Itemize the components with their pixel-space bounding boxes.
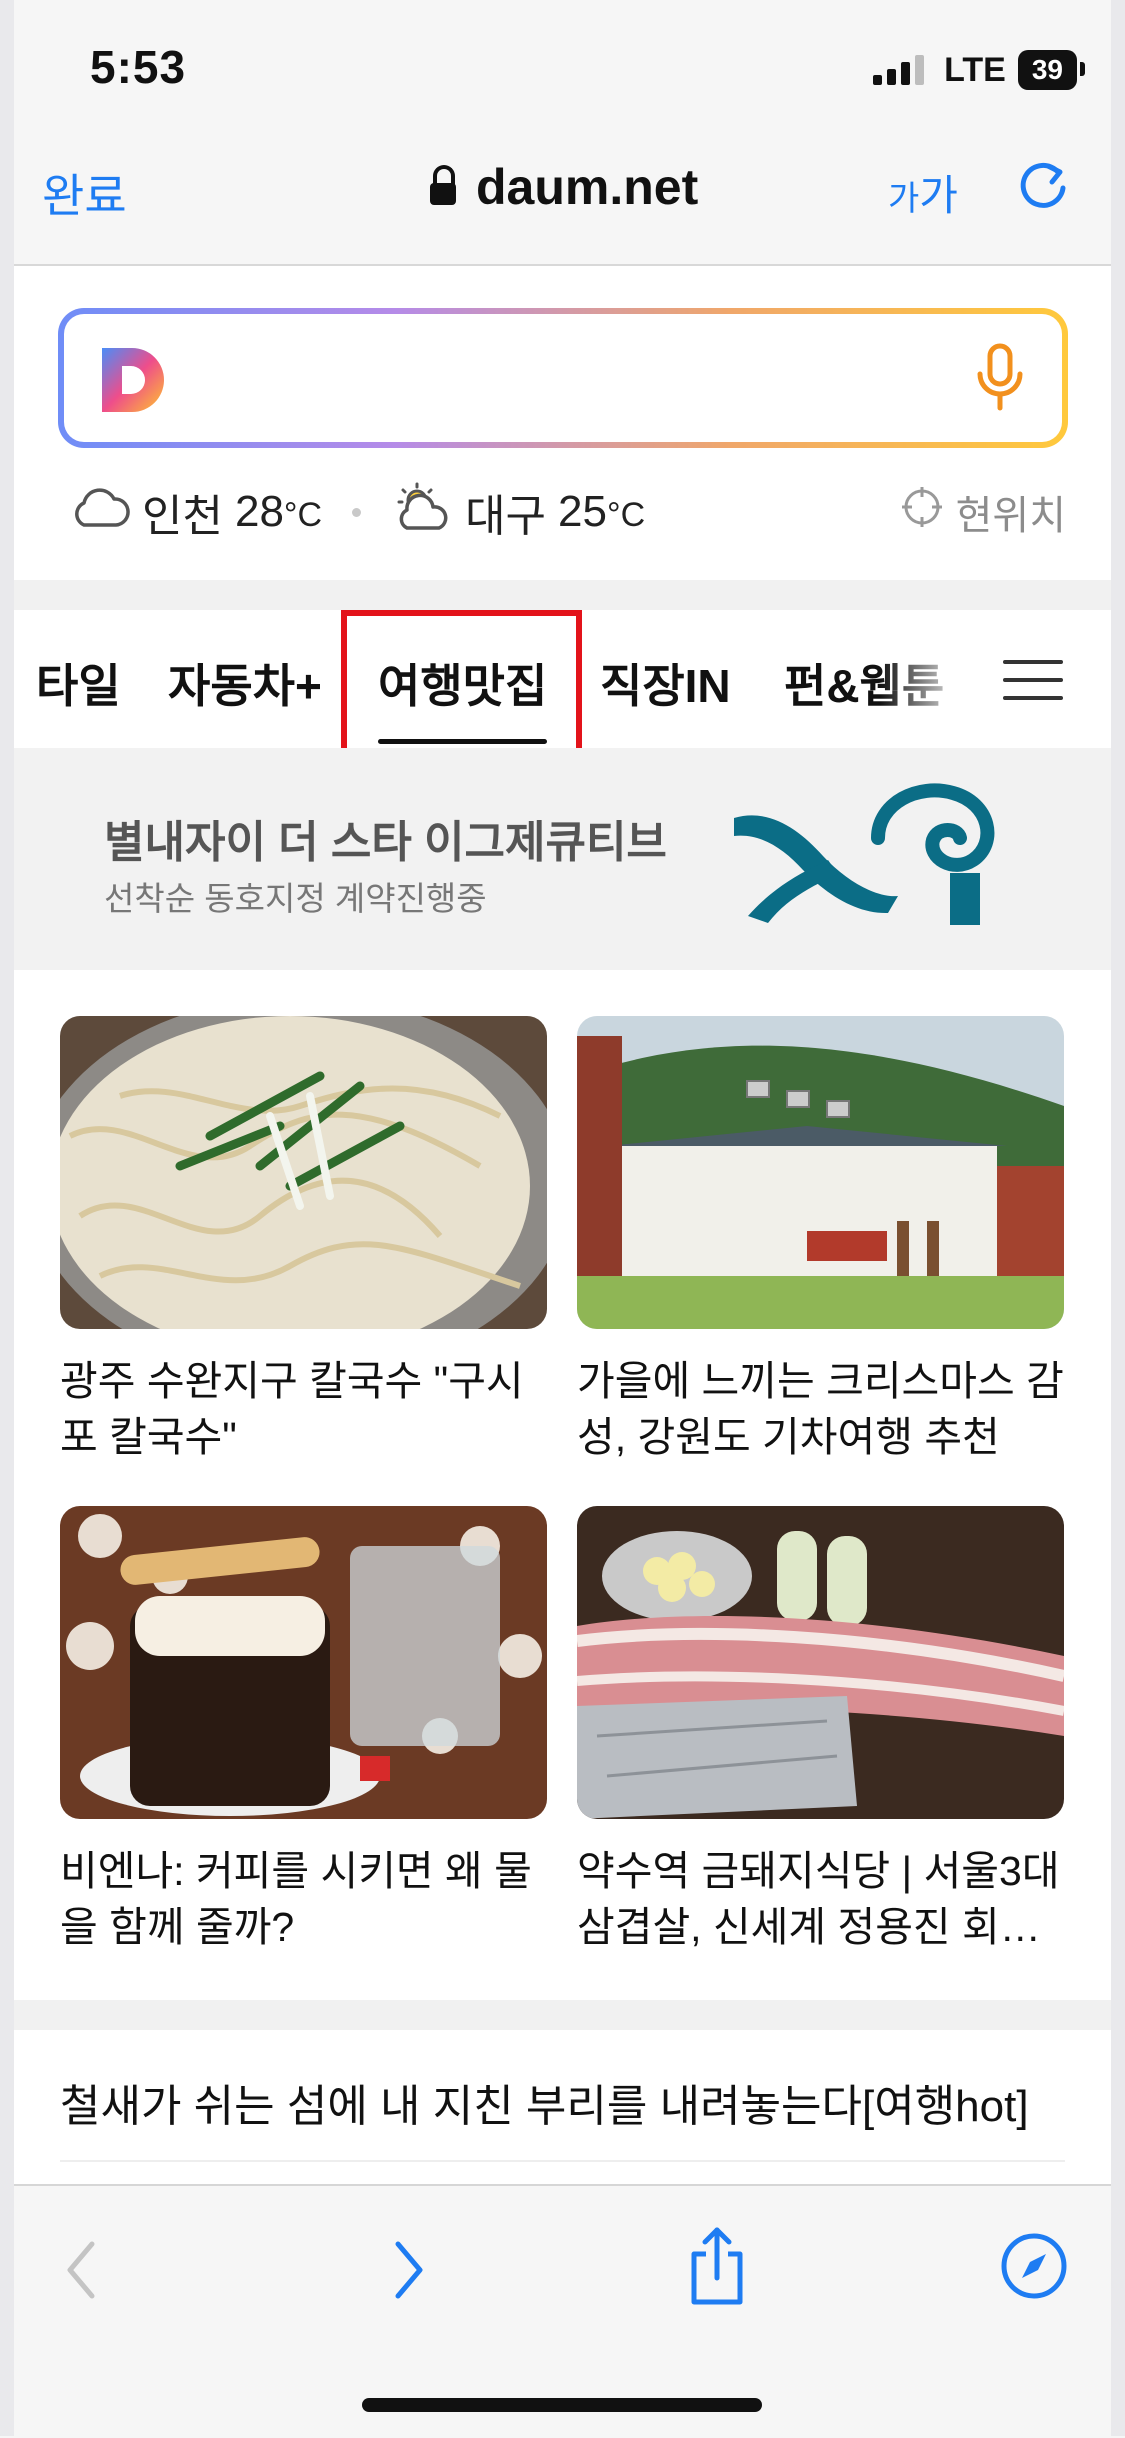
ad-subtitle: 선착순 동호지정 계약진행중 <box>104 880 487 917</box>
article-image-noodles <box>60 1016 547 1329</box>
network-type: LTE <box>944 50 1006 89</box>
content-cards: 광주 수완지구 칼국수 "구시포 칼국수" 가을에 느끼는 크리스마스 감성, … <box>0 970 1125 2000</box>
article-card[interactable]: 가을에 느끼는 크리스마스 감성, 강원도 기차여행 추천 <box>577 1016 1064 1465</box>
safari-compass-icon[interactable] <box>1000 2232 1068 2305</box>
highlight-box <box>341 610 582 762</box>
separator-dot <box>352 507 362 517</box>
share-icon[interactable] <box>686 2226 748 2311</box>
xi-logo <box>728 778 1008 933</box>
article-image-coffee <box>60 1506 547 1819</box>
back-icon[interactable] <box>62 2238 102 2307</box>
weather-item-daegu[interactable]: 대구 25°C <box>391 480 645 544</box>
reload-icon[interactable] <box>1016 158 1072 219</box>
article-title: 광주 수완지구 칼국수 "구시포 칼국수" <box>60 1358 524 1460</box>
daum-logo <box>98 344 170 421</box>
section-divider <box>0 2000 1125 2030</box>
status-bar: 5:53 LTE 39 <box>0 0 1125 130</box>
article-card[interactable]: 비엔나: 커피를 시키면 왜 물을 함께 줄까? <box>60 1506 547 1955</box>
ad-title: 별내자이 더 스타 이그제큐티브 <box>104 818 667 867</box>
article-title: 비엔나: 커피를 시키면 왜 물을 함께 줄까? <box>60 1848 532 1950</box>
microphone-icon[interactable] <box>972 342 1028 419</box>
cloud-icon <box>70 485 130 540</box>
weather-bar: 인천 28°C 대구 25°C 현위치 <box>70 482 1066 542</box>
lock-icon <box>430 165 456 205</box>
menu-icon[interactable] <box>1003 660 1063 714</box>
battery-icon: 39 <box>1017 50 1086 90</box>
search-input[interactable] <box>58 308 1068 448</box>
ad-banner[interactable]: 별내자이 더 스타 이그제큐티브 선착순 동호지정 계약진행중 <box>0 748 1125 970</box>
screen-right-edge <box>1111 0 1125 2436</box>
text-size-button[interactable]: 가가 <box>888 162 958 223</box>
weather-city: 대구 <box>465 492 547 541</box>
tab-work[interactable]: 직장IN <box>600 650 731 716</box>
browser-toolbar <box>0 2184 1125 2438</box>
tabs-fade-overlay <box>880 610 1000 746</box>
tab-car[interactable]: 자동차+ <box>168 650 322 716</box>
status-time: 5:53 <box>90 41 187 93</box>
forward-icon[interactable] <box>388 2238 428 2307</box>
weather-temp: 28°C <box>234 487 323 536</box>
weather-item-incheon[interactable]: 인천 28°C <box>70 480 322 544</box>
tab-style[interactable]: 타일 <box>36 650 121 716</box>
crosshair-icon <box>900 485 944 539</box>
list-divider <box>60 2160 1065 2162</box>
news-headline[interactable]: 철새가 쉬는 섬에 내 지친 부리를 내려놓는다[여행hot] <box>60 2070 1060 2134</box>
weather-temp: 25°C <box>558 487 646 536</box>
home-indicator <box>362 2398 762 2412</box>
status-indicators: LTE 39 <box>873 50 1086 90</box>
done-button[interactable]: 완료 <box>42 160 127 226</box>
section-divider <box>0 580 1125 610</box>
article-title: 가을에 느끼는 크리스마스 감성, 강원도 기차여행 추천 <box>577 1358 1064 1460</box>
article-image-pork-belly <box>577 1506 1064 1819</box>
weather-city: 인천 <box>142 492 223 541</box>
address-bar[interactable]: daum.net <box>430 158 698 216</box>
url-text: daum.net <box>476 159 699 215</box>
article-image-train-station <box>577 1016 1064 1329</box>
screen-left-edge <box>0 0 14 2436</box>
signal-icon <box>873 55 925 85</box>
current-location-button[interactable]: 현위치 <box>900 483 1066 541</box>
browser-nav-bar: 완료 daum.net 가가 <box>0 130 1125 266</box>
article-title: 약수역 금돼지식당 | 서울3대 삼겹살, 신세계 정용진 회장 맛집 <box>577 1848 1060 1950</box>
article-card[interactable]: 약수역 금돼지식당 | 서울3대 삼겹살, 신세계 정용진 회장 맛집 <box>577 1506 1064 1955</box>
article-card[interactable]: 광주 수완지구 칼국수 "구시포 칼국수" <box>60 1016 547 1465</box>
sun-cloud-icon <box>391 482 453 543</box>
location-label: 현위치 <box>955 494 1066 538</box>
